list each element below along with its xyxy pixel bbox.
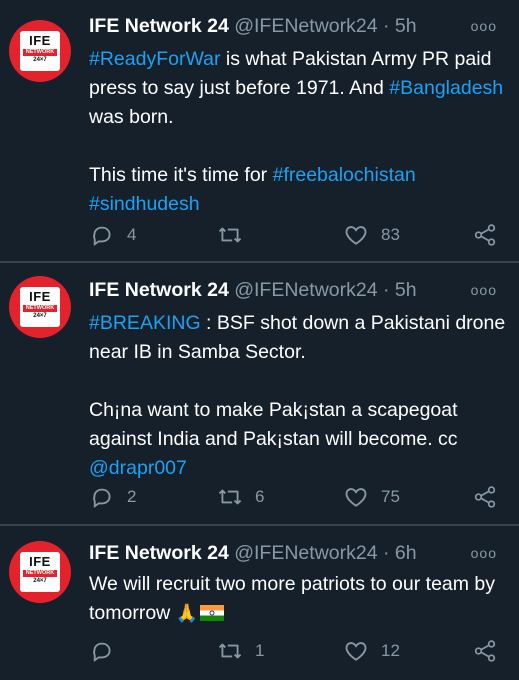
hashtag-link[interactable]: #BREAKING <box>89 312 201 334</box>
timestamp[interactable]: 5h <box>395 15 417 37</box>
tweet-text: #ReadyForWar is what Pakistan Army PR pa… <box>89 45 509 219</box>
retweet-button[interactable]: 1 <box>217 637 264 665</box>
retweet-icon <box>218 643 242 659</box>
action-bar: 4 83 <box>89 221 509 249</box>
heart-icon <box>345 226 367 245</box>
india-flag-icon <box>200 605 225 621</box>
heart-icon <box>345 488 367 507</box>
logo-text: IFE <box>29 289 51 304</box>
retweet-count: 1 <box>255 641 265 660</box>
logo-text: NETWORK <box>23 49 57 56</box>
ife-logo: IFE NETWORK 24×7 <box>20 287 60 327</box>
timestamp[interactable]: 6h <box>395 542 417 564</box>
divider <box>0 524 519 526</box>
retweet-count: 6 <box>255 487 265 506</box>
like-count: 83 <box>381 225 400 244</box>
share-icon <box>474 640 496 662</box>
tweet-text: #BREAKING : BSF shot down a Pakistani dr… <box>89 309 509 483</box>
reply-icon <box>93 642 111 663</box>
retweet-button[interactable] <box>217 221 255 249</box>
share-button[interactable] <box>472 637 498 665</box>
tweet-header: IFE Network 24 @IFENetwork24 · 6h <box>89 541 417 565</box>
share-button[interactable] <box>472 483 498 511</box>
more-options-icon[interactable]: ooo <box>471 18 497 34</box>
hashtag-link[interactable]: #sindhudesh <box>89 193 200 215</box>
more-options-icon[interactable]: ooo <box>471 545 497 561</box>
like-button[interactable]: 12 <box>343 637 400 665</box>
like-count: 12 <box>381 641 400 660</box>
heart-icon <box>345 642 367 661</box>
display-name[interactable]: IFE Network 24 <box>89 15 229 37</box>
mention-link[interactable]: @drapr007 <box>89 457 187 479</box>
reply-icon <box>93 488 111 509</box>
logo-text: NETWORK <box>23 305 57 312</box>
handle[interactable]: @IFENetwork24 <box>234 279 377 301</box>
retweet-icon <box>218 227 242 243</box>
separator: · <box>377 542 395 564</box>
text: This time it's time for <box>89 164 273 186</box>
text: Ch¡na want to make Pak¡stan a scapegoat … <box>89 399 458 450</box>
share-button[interactable] <box>472 221 498 249</box>
tweet[interactable]: IFE NETWORK 24×7 IFE Network 24 @IFENetw… <box>0 0 519 262</box>
reply-button[interactable]: 2 <box>89 483 136 511</box>
like-button[interactable]: 83 <box>343 221 400 249</box>
share-icon <box>474 224 496 246</box>
timestamp[interactable]: 5h <box>395 279 417 301</box>
ife-logo: IFE NETWORK 24×7 <box>20 31 60 71</box>
tweet-header: IFE Network 24 @IFENetwork24 · 5h <box>89 278 417 302</box>
retweet-button[interactable]: 6 <box>217 483 264 511</box>
share-icon <box>474 486 496 508</box>
reply-icon <box>93 226 111 247</box>
reply-button[interactable]: 4 <box>89 221 136 249</box>
reply-count: 4 <box>127 225 137 244</box>
text: was born. <box>89 106 174 128</box>
hashtag-link[interactable]: #freebalochistan <box>273 164 416 186</box>
handle[interactable]: @IFENetwork24 <box>234 542 377 564</box>
like-button[interactable]: 75 <box>343 483 400 511</box>
avatar[interactable]: IFE NETWORK 24×7 <box>9 20 71 82</box>
ife-logo: IFE NETWORK 24×7 <box>20 552 60 592</box>
avatar[interactable]: IFE NETWORK 24×7 <box>9 276 71 338</box>
logo-text: 24×7 <box>33 313 47 319</box>
display-name[interactable]: IFE Network 24 <box>89 542 229 564</box>
avatar[interactable]: IFE NETWORK 24×7 <box>9 541 71 603</box>
folded-hands-emoji: 🙏 <box>175 603 199 623</box>
hashtag-link[interactable]: #ReadyForWar <box>89 48 220 70</box>
logo-text: 24×7 <box>33 578 47 584</box>
logo-text: IFE <box>29 33 51 48</box>
separator: · <box>377 279 395 301</box>
divider <box>0 261 519 263</box>
action-bar: 2 6 75 <box>89 483 509 511</box>
text: : BSF shot down a Pakistani drone near I… <box>89 312 506 363</box>
more-options-icon[interactable]: ooo <box>471 282 497 298</box>
logo-text: 24×7 <box>33 57 47 63</box>
tweet-header: IFE Network 24 @IFENetwork24 · 5h <box>89 14 417 38</box>
tweet-feed: IFE NETWORK 24×7 IFE Network 24 @IFENetw… <box>0 0 519 680</box>
retweet-icon <box>218 489 242 505</box>
tweet-text: We will recruit two more patriots to our… <box>89 570 509 628</box>
like-count: 75 <box>381 487 400 506</box>
logo-text: NETWORK <box>23 570 57 577</box>
handle[interactable]: @IFENetwork24 <box>234 15 377 37</box>
reply-button[interactable] <box>89 637 127 665</box>
action-bar: 1 12 <box>89 637 509 665</box>
reply-count: 2 <box>127 487 137 506</box>
display-name[interactable]: IFE Network 24 <box>89 279 229 301</box>
logo-text: IFE <box>29 554 51 569</box>
text: We will recruit two more patriots to our… <box>89 573 496 624</box>
hashtag-link[interactable]: #Bangladesh <box>389 77 503 99</box>
separator: · <box>377 15 395 37</box>
